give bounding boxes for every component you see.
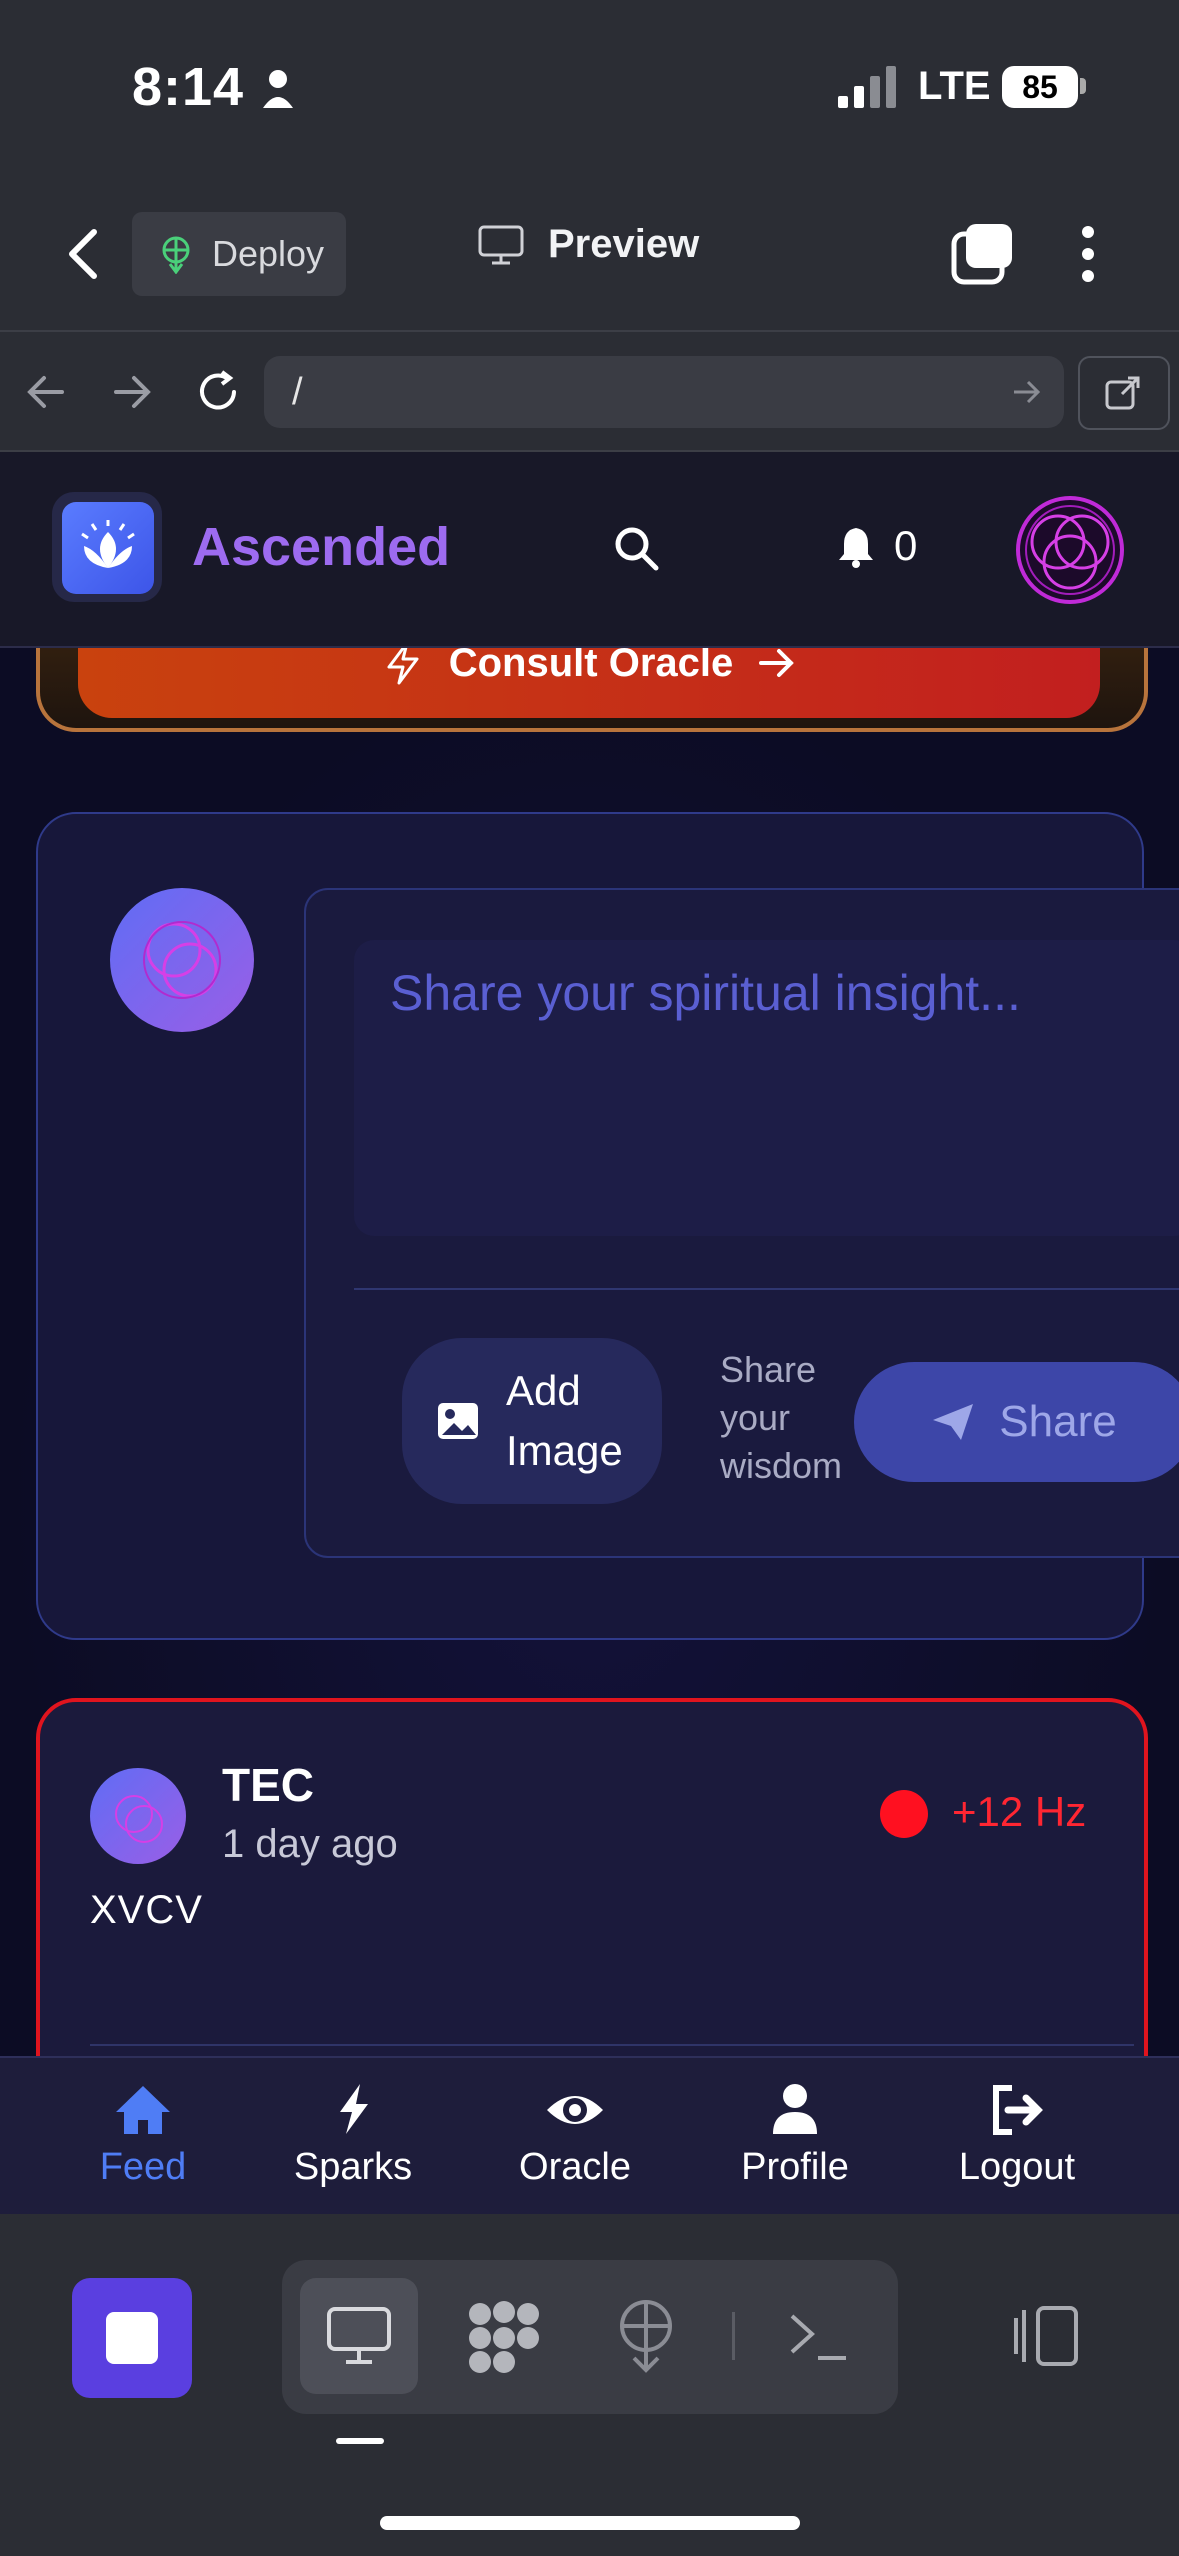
nav-back-icon[interactable] xyxy=(26,374,66,410)
nav-logout-label: Logout xyxy=(958,2146,1076,2188)
terminal-icon[interactable] xyxy=(788,2310,848,2362)
post-card[interactable] xyxy=(36,1698,1148,2056)
deploy-globe-icon[interactable] xyxy=(614,2298,678,2374)
add-image-label: Add Image xyxy=(506,1367,623,1474)
nav-feed[interactable]: Feed xyxy=(58,2076,228,2189)
share-button[interactable]: Share xyxy=(854,1362,1179,1482)
nav-oracle-label: Oracle xyxy=(519,2146,631,2188)
person-icon xyxy=(263,70,293,108)
deploy-button[interactable]: Deploy xyxy=(132,212,346,296)
post-body: XVCV xyxy=(90,1888,203,1932)
bell-icon xyxy=(839,528,873,568)
bolt-icon xyxy=(340,2084,368,2134)
deploy-globe-icon xyxy=(162,236,190,274)
switcher-separator xyxy=(732,2312,735,2360)
nav-forward-icon[interactable] xyxy=(112,374,152,410)
reload-icon[interactable] xyxy=(194,368,242,416)
composer-divider xyxy=(354,1288,1179,1290)
share-hint: Share your wisdom xyxy=(720,1349,843,1486)
feed-scroll-area[interactable]: Consult Oracle Share your spiritual insi… xyxy=(0,648,1179,2056)
nav-profile-label: Profile xyxy=(741,2146,849,2188)
deploy-label: Deploy xyxy=(212,233,325,274)
arrow-right-icon xyxy=(759,649,795,677)
home-indicator xyxy=(380,2516,800,2530)
nav-sparks[interactable]: Sparks xyxy=(268,2076,438,2189)
active-indicator xyxy=(336,2438,384,2444)
consult-oracle-label: Consult Oracle xyxy=(448,648,734,685)
add-image-button[interactable]: Add Image xyxy=(402,1338,662,1504)
battery-nub xyxy=(1080,78,1086,94)
back-chevron-icon[interactable] xyxy=(66,228,100,280)
post-avatar[interactable] xyxy=(90,1768,186,1864)
device-layout-icon[interactable] xyxy=(1010,2304,1082,2368)
home-icon xyxy=(116,2086,170,2134)
insight-textarea[interactable]: Share your spiritual insight... xyxy=(354,940,1179,1236)
nav-feed-label: Feed xyxy=(99,2146,187,2188)
notifications-button[interactable]: 0 xyxy=(836,522,917,570)
post-username[interactable]: TEC xyxy=(222,1758,314,1812)
user-icon xyxy=(773,2084,817,2134)
avatar-pattern-icon xyxy=(143,921,221,999)
brand-name[interactable]: Ascended xyxy=(192,516,450,578)
share-label: Share xyxy=(999,1397,1117,1446)
composer-avatar xyxy=(110,888,254,1032)
network-type: LTE xyxy=(918,64,991,108)
eye-icon xyxy=(547,2096,603,2124)
app-header xyxy=(0,452,1179,648)
post-divider xyxy=(90,2044,1134,2046)
frequency-value: +12 Hz xyxy=(952,1788,1087,1835)
preview-tab[interactable]: Preview xyxy=(478,222,699,267)
nav-logout[interactable]: Logout xyxy=(932,2076,1102,2189)
monitor-icon xyxy=(327,2307,391,2364)
battery-level: 85 xyxy=(1002,66,1078,108)
status-time: 8:14 xyxy=(132,57,245,117)
open-external-button[interactable] xyxy=(1078,356,1170,430)
stop-icon xyxy=(106,2312,158,2364)
lotus-logo-icon[interactable] xyxy=(62,502,154,594)
go-arrow-icon[interactable] xyxy=(1012,378,1042,406)
signal-icon xyxy=(838,66,896,108)
image-icon xyxy=(438,1403,478,1439)
notification-count: 0 xyxy=(894,522,918,569)
url-field[interactable]: / xyxy=(264,356,1064,428)
post-time: 1 day ago xyxy=(222,1822,398,1866)
preview-label: Preview xyxy=(548,222,700,266)
avatar-pattern-icon xyxy=(115,1795,163,1843)
more-vertical-icon[interactable] xyxy=(1078,224,1098,284)
consult-oracle-button[interactable]: Consult Oracle xyxy=(78,648,1100,718)
nav-sparks-label: Sparks xyxy=(293,2146,413,2188)
nav-profile[interactable]: Profile xyxy=(710,2076,880,2189)
external-link-icon xyxy=(1105,376,1140,410)
send-icon xyxy=(933,1404,974,1440)
frequency-dot xyxy=(880,1790,928,1838)
tabs-icon[interactable] xyxy=(950,220,1016,286)
logout-icon xyxy=(993,2085,1043,2135)
search-icon[interactable] xyxy=(612,524,660,572)
url-text: / xyxy=(292,371,303,413)
lotus-icon xyxy=(81,520,135,568)
user-avatar-icon[interactable] xyxy=(1010,490,1130,610)
bolt-icon xyxy=(387,648,419,685)
modules-icon[interactable] xyxy=(466,2300,542,2374)
nav-oracle[interactable]: Oracle xyxy=(490,2076,660,2189)
monitor-icon xyxy=(478,225,524,264)
